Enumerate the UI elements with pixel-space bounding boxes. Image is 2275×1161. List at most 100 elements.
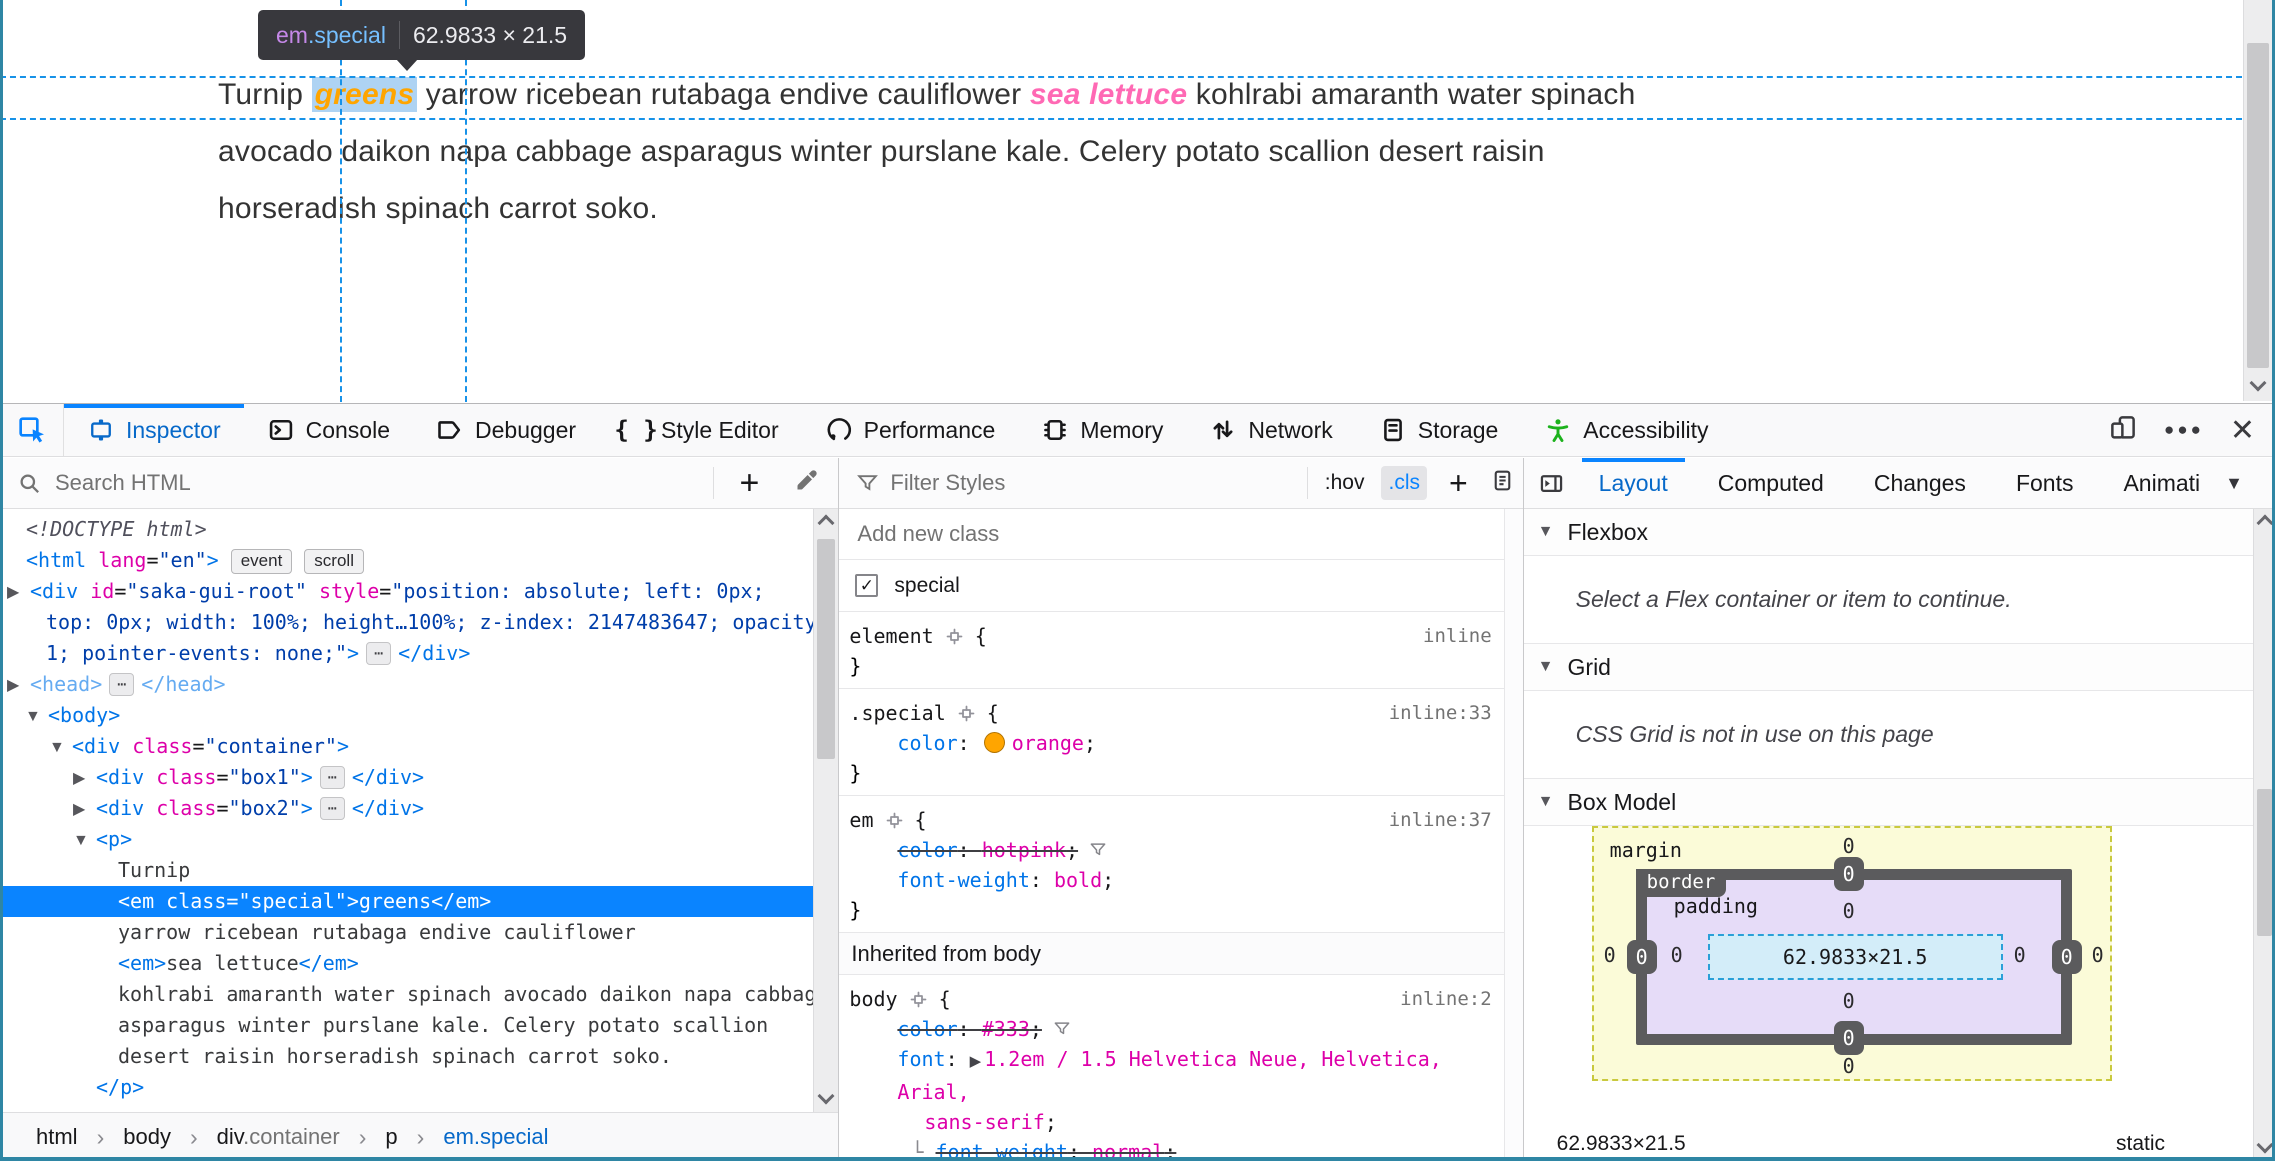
markup-node[interactable]: ▼ <body> — [0, 700, 813, 731]
collapse-twisty-icon[interactable]: ▼ — [73, 825, 89, 856]
page-scrollbar[interactable] — [2243, 0, 2272, 401]
class-checkbox[interactable]: ✓ — [855, 574, 879, 597]
css-declaration-font-weight[interactable]: font-weight: bold; — [849, 865, 1489, 895]
markup-node[interactable]: top: 0px; width: 100%; height…100%; z-in… — [0, 607, 813, 638]
highlight-selector-target-icon[interactable] — [944, 626, 965, 647]
scroll-down-icon[interactable] — [817, 1087, 835, 1105]
rule-selector[interactable]: em — [849, 805, 873, 835]
rule-location-link[interactable]: inline:2 — [1400, 984, 1492, 1014]
collapsed-children-ellipsis[interactable]: ⋯ — [319, 797, 345, 820]
markup-node[interactable]: ▶ <div id="saka-gui-root" style="position… — [0, 576, 813, 607]
markup-node-selected[interactable]: <em class="special">greens</em> — [0, 886, 814, 917]
sidebar-tab-fonts[interactable]: Fonts — [1991, 458, 2099, 508]
margin-left-value[interactable]: 0 — [1598, 943, 1622, 967]
expand-twisty-icon[interactable]: ▶ — [7, 577, 19, 608]
border-right-value[interactable]: 0 — [2051, 940, 2082, 974]
sidebar-tab-animati[interactable]: Animati — [2098, 458, 2225, 508]
meatball-menu-icon[interactable]: ●●● — [2164, 420, 2204, 440]
css-declaration-font[interactable]: font: ▶ 1.2em / 1.5 Helvetica Neue, Helve… — [849, 1044, 1489, 1137]
tab-accessibility[interactable]: Accessibility — [1521, 404, 1731, 456]
breadcrumb-item-body[interactable]: body — [123, 1124, 171, 1150]
breadcrumb-item-em.special[interactable]: em.special — [443, 1124, 548, 1150]
markup-node[interactable]: ▼ <p> — [0, 824, 813, 855]
tab-storage[interactable]: Storage — [1356, 404, 1522, 456]
rule-selector[interactable]: .special — [849, 698, 945, 728]
border-bottom-value[interactable]: 0 — [1833, 1021, 1864, 1055]
page-scrollbar-thumb[interactable] — [2247, 43, 2269, 368]
markup-node[interactable]: <!DOCTYPE html> — [0, 514, 813, 545]
tab-network[interactable]: Network — [1186, 404, 1355, 456]
pseudo-class-toggle[interactable]: :hov — [1318, 466, 1372, 500]
add-node-button[interactable]: + — [726, 464, 774, 503]
collapsed-children-ellipsis[interactable]: ⋯ — [366, 642, 392, 665]
collapsed-children-ellipsis[interactable]: ⋯ — [319, 766, 345, 789]
breadcrumb-item-div.container[interactable]: div.container — [217, 1124, 340, 1150]
color-swatch[interactable] — [983, 732, 1005, 753]
margin-bottom-value[interactable]: 0 — [1837, 1054, 1861, 1078]
filter-styles-input[interactable] — [890, 470, 1297, 496]
pick-element-button[interactable] — [0, 404, 64, 456]
markup-node[interactable]: <html lang="en"> event scroll — [0, 545, 813, 576]
responsive-design-mode-icon[interactable] — [2108, 413, 2138, 448]
collapse-twisty-icon[interactable]: ▼ — [25, 701, 41, 732]
padding-top-value[interactable]: 0 — [1837, 899, 1861, 923]
border-left-value[interactable]: 0 — [1626, 940, 1657, 974]
css-declaration-color[interactable]: color: #333; — [849, 1014, 1489, 1044]
class-toggle[interactable]: .cls — [1381, 466, 1427, 500]
expand-value-icon[interactable]: ▶ — [970, 1053, 982, 1070]
padding-bottom-value[interactable]: 0 — [1837, 989, 1861, 1013]
overridden-filter-icon[interactable] — [1042, 1017, 1072, 1041]
rule-location-link[interactable]: inline:33 — [1389, 698, 1492, 728]
scroll-up-icon[interactable] — [817, 514, 835, 532]
add-rule-button[interactable]: + — [1437, 465, 1480, 502]
margin-top-value[interactable]: 0 — [1837, 834, 1861, 858]
collapse-twisty-icon[interactable]: ▼ — [49, 732, 65, 763]
tab-performance[interactable]: Performance — [802, 404, 1019, 456]
sidebar-tab-layout[interactable]: Layout — [1574, 458, 1693, 508]
markup-node[interactable]: ▶ <div class="box2"> ⋯ </div> — [0, 793, 813, 824]
eyedropper-icon[interactable] — [785, 467, 828, 499]
rule-selector[interactable]: element — [849, 621, 933, 651]
add-new-class-input[interactable] — [857, 521, 1472, 547]
markup-scrollbar[interactable] — [813, 509, 839, 1112]
markup-node[interactable]: ▶ <div class="box1"> ⋯ </div> — [0, 762, 813, 793]
box-model-content-box[interactable]: 62.9833×21.5 — [1707, 934, 2003, 980]
box-model-section-header[interactable]: ▼ Box Model — [1523, 779, 2275, 826]
print-simulation-icon[interactable] — [1490, 468, 1515, 498]
markup-node[interactable]: desert raisin horseradish spinach carrot… — [0, 1041, 813, 1072]
all-tabs-dropdown-icon[interactable]: ▼ — [2225, 473, 2269, 494]
highlight-selector-target-icon[interactable] — [908, 989, 929, 1010]
close-icon[interactable]: ✕ — [2230, 413, 2255, 448]
tab-console[interactable]: Console — [244, 404, 413, 456]
layout-scrollbar-thumb[interactable] — [2257, 789, 2272, 936]
markup-node[interactable]: 1; pointer-events: none;"> ⋯ </div> — [0, 638, 813, 669]
highlight-selector-target-icon[interactable] — [956, 703, 977, 724]
box-model-diagram[interactable]: margin 0 border padding 0 0 62.9833×21.5… — [1591, 826, 2112, 1081]
grid-section-header[interactable]: ▼ Grid — [1523, 644, 2275, 691]
scroll-badge[interactable]: scroll — [304, 549, 364, 574]
highlight-selector-target-icon[interactable] — [884, 810, 905, 831]
collapsed-children-ellipsis[interactable]: ⋯ — [109, 673, 135, 696]
event-badge[interactable]: event — [230, 549, 293, 574]
flexbox-section-header[interactable]: ▼ Flexbox — [1523, 509, 2275, 556]
border-top-value[interactable]: 0 — [1833, 857, 1864, 891]
markup-node[interactable]: yarrow ricebean rutabaga endive cauliflo… — [0, 917, 813, 948]
rule-selector[interactable]: body — [849, 984, 897, 1014]
markup-node[interactable]: </p> — [0, 1072, 813, 1103]
markup-node[interactable]: kohlrabi amaranth water spinach avocado … — [0, 979, 813, 1010]
markup-node[interactable]: ▼ <div class="container"> — [0, 731, 813, 762]
tab-memory[interactable]: Memory — [1018, 404, 1186, 456]
rule-location-link[interactable]: inline:37 — [1389, 805, 1492, 835]
margin-right-value[interactable]: 0 — [2086, 943, 2110, 967]
rule-location-link[interactable]: inline — [1423, 621, 1492, 651]
sidebar-tab-changes[interactable]: Changes — [1849, 458, 1991, 508]
expand-twisty-icon[interactable]: ▶ — [7, 670, 19, 701]
tab-inspector[interactable]: Inspector — [64, 404, 244, 456]
markup-node[interactable]: asparagus winter purslane kale. Celery p… — [0, 1010, 813, 1041]
markup-node[interactable]: <em>sea lettuce</em> — [0, 948, 813, 979]
rules-scrollbar[interactable] — [1503, 509, 1523, 1161]
overridden-filter-icon[interactable] — [1078, 838, 1108, 862]
css-declaration-color[interactable]: color: hotpink; — [849, 835, 1489, 865]
scroll-up-icon[interactable] — [2256, 514, 2273, 532]
tab-debugger[interactable]: Debugger — [413, 404, 599, 456]
